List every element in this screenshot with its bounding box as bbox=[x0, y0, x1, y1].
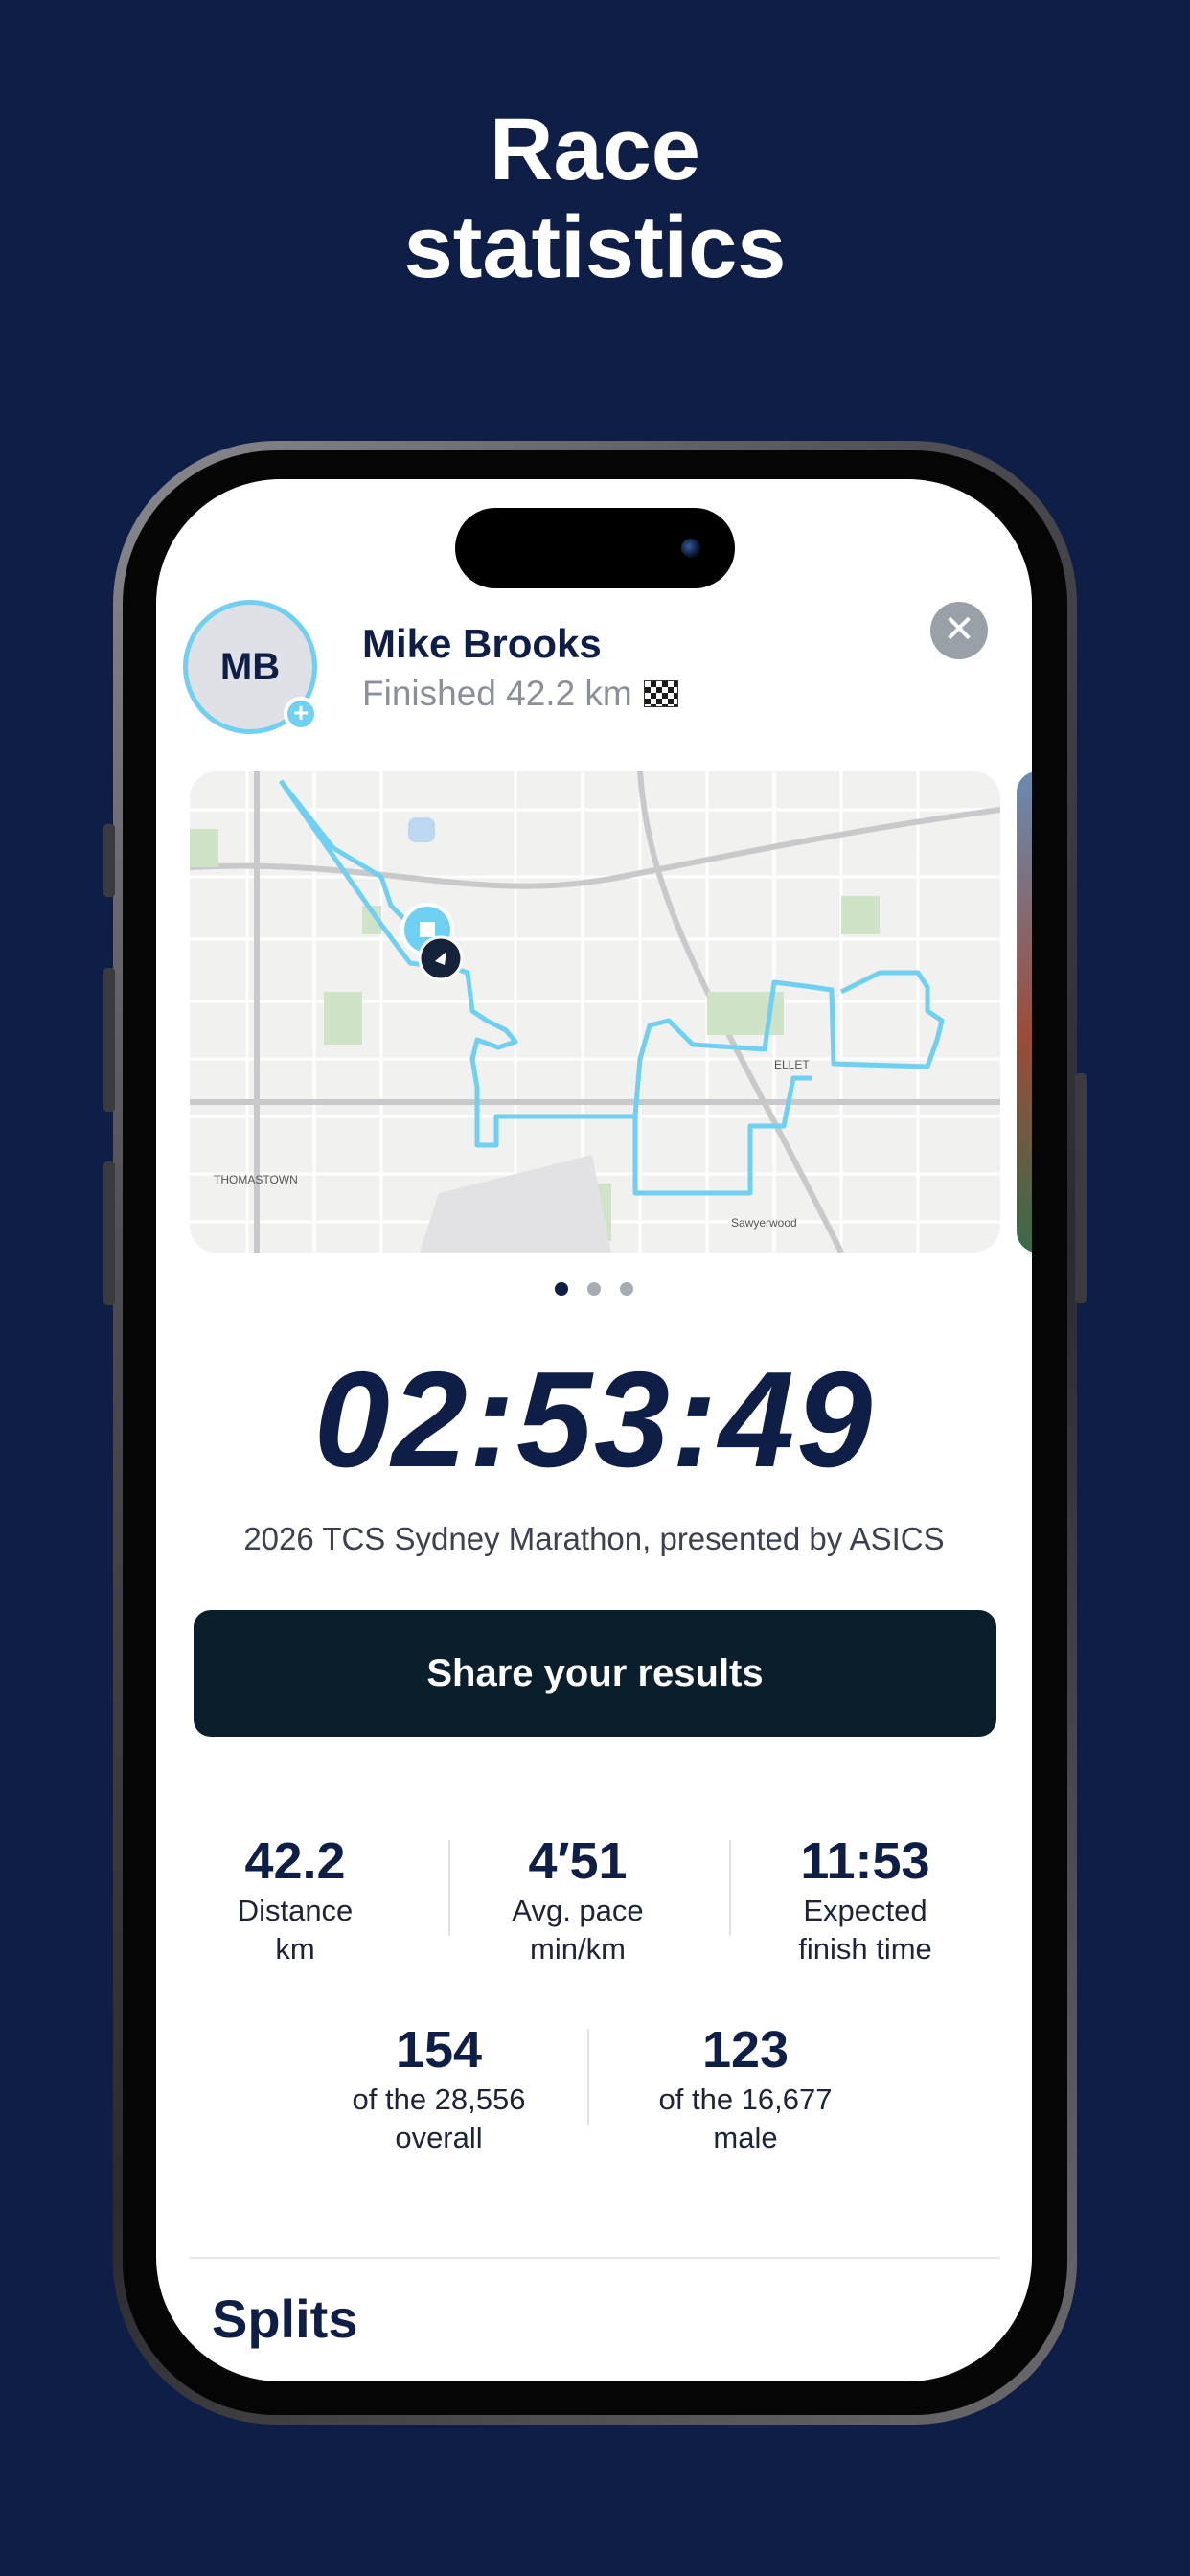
page-headline: Race statistics bbox=[0, 101, 1190, 296]
stat-label-line1: Distance bbox=[237, 1894, 354, 1927]
stat-label-line1: Avg. pace bbox=[512, 1894, 644, 1927]
route-map[interactable]: THOMASTOWN ELLET Sawyerwood bbox=[190, 771, 1000, 1253]
share-results-button[interactable]: Share your results bbox=[194, 1610, 996, 1736]
stat-expected-finish: 11:53 Expected finish time bbox=[750, 1830, 980, 1968]
stat-value: 123 bbox=[701, 2021, 790, 2079]
stat-label-line1: of the 28,556 bbox=[352, 2082, 526, 2116]
stat-label-line1: of the 16,677 bbox=[658, 2082, 833, 2116]
stat-value: 11:53 bbox=[800, 1832, 930, 1890]
section-divider bbox=[190, 2257, 1000, 2259]
close-icon: ✕ bbox=[943, 609, 975, 651]
next-carousel-card[interactable] bbox=[1017, 771, 1032, 1253]
headline-line-2: statistics bbox=[403, 198, 787, 296]
carousel-dot-3[interactable] bbox=[620, 1282, 633, 1296]
carousel-dots bbox=[156, 1282, 1032, 1296]
stat-value: 4′51 bbox=[528, 1832, 628, 1890]
stat-label-line1: Expected bbox=[803, 1894, 927, 1927]
camera-icon bbox=[681, 539, 700, 558]
carousel-dot-2[interactable] bbox=[587, 1282, 601, 1296]
stats-divider bbox=[448, 1840, 450, 1936]
app-screen: MB + Mike Brooks Finished 42.2 km ✕ THOM… bbox=[156, 479, 1032, 2381]
map-label-thomastown: THOMASTOWN bbox=[214, 1173, 298, 1186]
runner-status: Finished 42.2 km bbox=[362, 674, 678, 714]
stat-overall-rank: 154 of the 28,556 overall bbox=[319, 2019, 559, 2157]
volume-down-button bbox=[103, 1162, 115, 1305]
stat-label-line2: male bbox=[713, 2121, 778, 2154]
stats-divider bbox=[587, 2029, 589, 2125]
stat-label-line2: km bbox=[275, 1932, 315, 1966]
map-label-ellet: ELLET bbox=[774, 1058, 810, 1071]
avatar-initials: MB bbox=[219, 645, 281, 688]
stat-distance: 42.2 Distance km bbox=[195, 1830, 396, 1968]
stat-label-line2: min/km bbox=[530, 1932, 626, 1966]
splits-heading: Splits bbox=[212, 2288, 358, 2349]
volume-up-button bbox=[103, 968, 115, 1112]
runner-name: Mike Brooks bbox=[362, 621, 602, 666]
finish-time: 02:53:49 bbox=[313, 1344, 875, 1496]
checkered-flag-icon bbox=[643, 680, 678, 707]
stat-value: 154 bbox=[395, 2021, 483, 2079]
add-avatar-icon[interactable]: + bbox=[284, 697, 318, 731]
dynamic-island bbox=[455, 508, 735, 588]
race-name: 2026 TCS Sydney Marathon, presented by A… bbox=[243, 1521, 945, 1556]
map-label-sawyerwood: Sawyerwood bbox=[731, 1216, 797, 1230]
stat-gender-rank: 123 of the 16,677 male bbox=[626, 2019, 865, 2157]
stat-label-line2: finish time bbox=[798, 1932, 932, 1966]
status-text: Finished 42.2 km bbox=[362, 674, 632, 713]
map-graphic: THOMASTOWN ELLET Sawyerwood bbox=[190, 771, 1000, 1253]
power-button bbox=[1075, 1073, 1087, 1303]
stat-label-line2: overall bbox=[395, 2121, 483, 2154]
action-button bbox=[103, 824, 115, 897]
stat-value: 42.2 bbox=[244, 1832, 346, 1890]
carousel-dot-1[interactable] bbox=[555, 1282, 568, 1296]
headline-line-1: Race bbox=[490, 101, 700, 198]
close-button[interactable]: ✕ bbox=[930, 602, 988, 659]
stat-avg-pace: 4′51 Avg. pace min/km bbox=[477, 1830, 678, 1968]
stats-divider bbox=[729, 1840, 731, 1936]
